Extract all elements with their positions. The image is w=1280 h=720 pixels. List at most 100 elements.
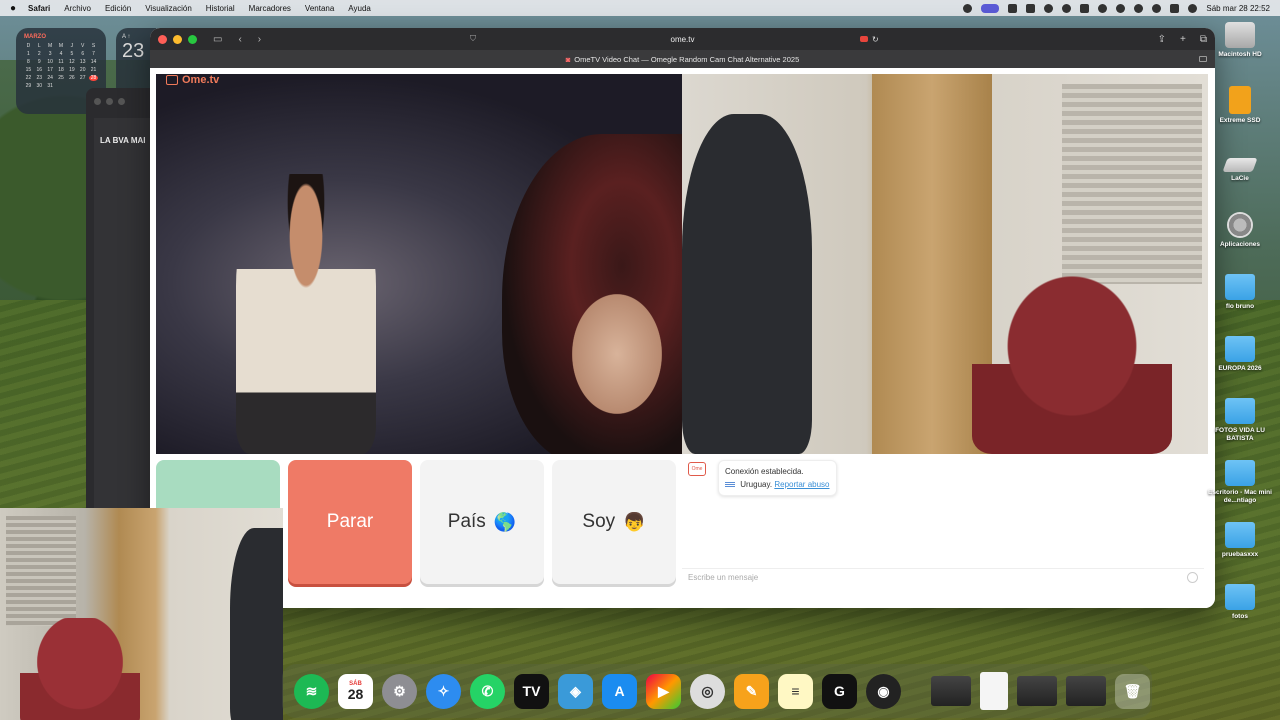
- calendar-day: 9: [37, 59, 41, 65]
- desktop-icon-escritorio[interactable]: Escritorio - Mac mini de...ntiago: [1208, 460, 1272, 505]
- forward-icon[interactable]: ›: [258, 34, 261, 45]
- desktop-icon-label: fotos: [1232, 613, 1248, 620]
- toolbar-right: ⇪ + ⧉: [1158, 34, 1207, 45]
- own-video: [682, 74, 1208, 454]
- calendar-weekday: M: [48, 43, 53, 49]
- notes-icon[interactable]: ≡: [778, 673, 813, 709]
- calendar-day: 17: [47, 67, 53, 73]
- bluetooth-icon[interactable]: [1116, 3, 1126, 13]
- settings-icon[interactable]: [1062, 3, 1072, 13]
- tab-picture-in-picture-icon[interactable]: [1199, 56, 1207, 62]
- message-input[interactable]: Escribe un mensaje: [682, 568, 1204, 586]
- tab-bar: ◙ OmeTV Video Chat — Omegle Random Cam C…: [150, 50, 1215, 68]
- red-chair: [972, 274, 1172, 454]
- logitech-icon[interactable]: G: [822, 673, 857, 709]
- calendar-day: 30: [36, 83, 43, 89]
- calendar-day: 22: [25, 75, 32, 81]
- desktop-icon-fotos[interactable]: fotos: [1208, 584, 1272, 621]
- calendar-icon[interactable]: SÁB 28: [338, 673, 373, 709]
- screen-record-icon[interactable]: [981, 3, 1000, 13]
- app-store-icon[interactable]: A: [602, 673, 637, 709]
- control-center-icon[interactable]: [1170, 3, 1180, 13]
- siri-icon[interactable]: [1188, 3, 1198, 13]
- pages-icon[interactable]: ✎: [734, 673, 769, 709]
- preview-icon[interactable]: ◈: [558, 673, 593, 709]
- desktop-icon-pruebasxxx[interactable]: pruebasxxx: [1208, 522, 1272, 559]
- minimized-window-thumbnail[interactable]: [1066, 676, 1106, 706]
- privacy-shield-icon[interactable]: ⛉: [470, 34, 476, 44]
- menu-historial[interactable]: Historial: [206, 4, 235, 13]
- calendar-weekday: J: [70, 43, 74, 49]
- trash-icon[interactable]: 🗑: [1115, 673, 1150, 709]
- menubar-clock[interactable]: Sáb mar 28 22:52: [1206, 4, 1270, 13]
- webcam-preview[interactable]: [0, 508, 283, 720]
- tab-title[interactable]: OmeTV Video Chat — Omegle Random Cam Cha…: [574, 55, 799, 64]
- gender-button[interactable]: Soy 👦: [552, 460, 676, 584]
- desktop-icon-lacie[interactable]: LaCie: [1208, 150, 1272, 183]
- minimized-window-thumbnail[interactable]: [931, 676, 971, 706]
- minimize-window-icon[interactable]: [173, 34, 182, 44]
- calendar-day: 1: [27, 51, 30, 57]
- calendar-day: 11: [58, 59, 64, 65]
- menu-extra-icon[interactable]: [1026, 3, 1036, 13]
- back-icon[interactable]: ‹: [238, 34, 241, 45]
- ometv-logo-text: Ome.tv: [182, 74, 220, 86]
- calendar-day: 27: [79, 75, 86, 81]
- close-window-icon[interactable]: [158, 34, 167, 44]
- new-tab-icon[interactable]: +: [1180, 34, 1186, 45]
- final-cut-icon[interactable]: ▶: [646, 673, 681, 709]
- menu-extra-icon[interactable]: [1008, 3, 1018, 13]
- country-button-label: País: [447, 511, 486, 532]
- obs-icon[interactable]: ◉: [866, 673, 901, 709]
- menu-app-safari[interactable]: Safari: [28, 4, 50, 13]
- dock: ≋ SÁB 28 ⚙ ✧ ✆ TV ◈ A ▶ ◎ ✎ ≡ G ◉ 🗑: [282, 664, 1152, 718]
- apple-menu-icon[interactable]: ●: [10, 3, 16, 14]
- play-icon[interactable]: [1098, 3, 1108, 13]
- country-button[interactable]: País 🌎: [420, 460, 544, 584]
- background-window-label: LA BVA MAI: [100, 136, 146, 145]
- menu-ayuda[interactable]: Ayuda: [348, 4, 371, 13]
- tradingview-icon[interactable]: TV: [514, 673, 549, 709]
- report-abuse-link[interactable]: Reportar abuso: [774, 480, 829, 489]
- menu-archivo[interactable]: Archivo: [64, 4, 91, 13]
- system-settings-icon[interactable]: ⚙: [382, 673, 417, 709]
- menu-ventana[interactable]: Ventana: [305, 4, 334, 13]
- desktop-icon-label: FOTOS VIDA LU BATISTA: [1215, 427, 1265, 442]
- menu-edicion[interactable]: Edición: [105, 4, 131, 13]
- desktop-icon-extreme-ssd[interactable]: Extreme SSD: [1208, 86, 1272, 125]
- emoji-picker-icon[interactable]: [1187, 572, 1198, 583]
- fullscreen-window-icon[interactable]: [188, 34, 197, 44]
- vpn-icon[interactable]: [1044, 3, 1054, 13]
- spotify-icon[interactable]: ≋: [294, 673, 329, 709]
- desktop-icon-aplicaciones[interactable]: Aplicaciones: [1208, 212, 1272, 249]
- calendar-day: 3: [48, 51, 52, 57]
- sidebar-toggle-icon[interactable]: ▭: [213, 34, 222, 45]
- desktop-icon-label: flo bruno: [1225, 303, 1255, 310]
- safari-icon[interactable]: ✧: [426, 673, 461, 709]
- system-message: Conexión establecida. Uruguay. Reportar …: [718, 460, 837, 496]
- logic-icon[interactable]: ◎: [690, 673, 725, 709]
- wifi-icon[interactable]: [1134, 3, 1144, 13]
- whatsapp-icon[interactable]: ✆: [470, 673, 505, 709]
- creative-cloud-icon[interactable]: [963, 3, 973, 13]
- menu-marcadores[interactable]: Marcadores: [249, 4, 291, 13]
- menu-visualizacion[interactable]: Visualización: [145, 4, 192, 13]
- desktop-icon-flo-bruno[interactable]: flo bruno: [1208, 274, 1272, 311]
- reload-icon[interactable]: ↻: [872, 35, 879, 44]
- minimized-window-thumbnail[interactable]: [1017, 676, 1057, 706]
- calendar-day: 6: [81, 51, 85, 57]
- tab-overview-icon[interactable]: ⧉: [1200, 34, 1207, 45]
- battery-icon[interactable]: [1080, 3, 1090, 13]
- camera-active-icon[interactable]: [860, 36, 868, 42]
- calendar-day: 14: [90, 59, 97, 65]
- document-thumbnail[interactable]: [980, 672, 1008, 710]
- stop-button[interactable]: Parar: [288, 460, 412, 584]
- desktop-icon-macintosh-hd[interactable]: Macintosh HD: [1208, 22, 1272, 59]
- calendar-day: 4: [59, 51, 63, 57]
- address-bar[interactable]: ome.tv: [670, 35, 694, 44]
- search-icon[interactable]: [1152, 3, 1162, 13]
- desktop-icon-europa-2026[interactable]: EUROPA 2026: [1208, 336, 1272, 373]
- desktop-icon-fotos-vida[interactable]: FOTOS VIDA LU BATISTA: [1208, 398, 1272, 443]
- calendar-day: 5: [70, 51, 74, 57]
- share-icon[interactable]: ⇪: [1158, 34, 1166, 45]
